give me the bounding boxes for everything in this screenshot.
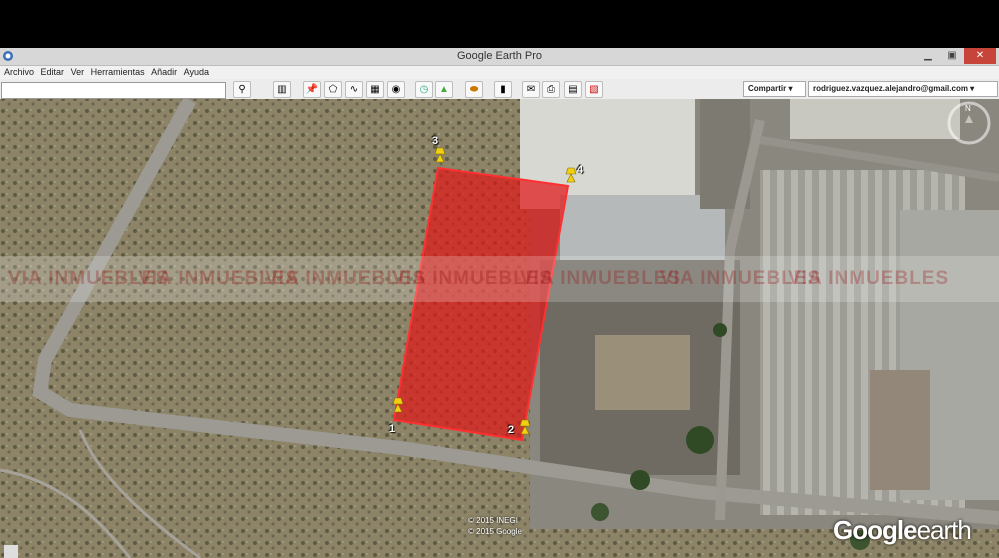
ruler-icon[interactable]: ▮ [494, 81, 512, 98]
google-earth-logo: Googleearth [833, 515, 972, 546]
share-dropdown[interactable]: Compartir ▾ [743, 81, 806, 97]
satellite-imagery[interactable] [0, 99, 999, 558]
minimize-button[interactable]: ▁ [916, 48, 940, 64]
print-icon[interactable]: ⎙ [542, 81, 560, 98]
status-indicator [4, 545, 18, 558]
watermark-text: VIA INMUEBLES [520, 268, 682, 289]
brand-google: Google [833, 515, 918, 545]
compass-icon[interactable]: N [947, 101, 991, 145]
google-earth-window: Google Earth Pro ▁ ▣ ✕ Archivo Editar Ve… [0, 0, 999, 558]
path-icon[interactable]: ∿ [345, 81, 363, 98]
overlay-icon[interactable]: ▦ [366, 81, 384, 98]
planets-icon[interactable]: ⬬ [465, 81, 483, 98]
maximize-button[interactable]: ▣ [940, 48, 964, 64]
pin-4-label: 4 [577, 164, 584, 176]
sun-icon[interactable]: ▲ [435, 81, 453, 98]
compass-north-label: N [965, 104, 971, 113]
toolbar: ⚲ ▥ 📌 ⬠ ∿ ▦ ◉ ◷ ▲ ⬬ ▮ ✉ ⎙ ▤ ▧ Compartir … [0, 79, 999, 100]
sidebar-toggle-icon[interactable]: ▥ [273, 81, 291, 98]
save-image-icon[interactable]: ▤ [564, 81, 582, 98]
window-title: Google Earth Pro [457, 50, 542, 62]
map-view[interactable]: N [0, 99, 999, 558]
account-label: rodriguez.vazquez.alejandro@gmail.com [813, 84, 968, 93]
polygon-icon[interactable]: ⬠ [324, 81, 342, 98]
close-button[interactable]: ✕ [964, 48, 996, 64]
menu-ayuda[interactable]: Ayuda [180, 66, 209, 79]
title-bar[interactable]: Google Earth Pro ▁ ▣ ✕ [0, 48, 999, 66]
pin-2-label: 2 [508, 424, 515, 436]
menu-herramientas[interactable]: Herramientas [87, 66, 145, 79]
menu-editar[interactable]: Editar [37, 66, 65, 79]
brand-earth: earth [916, 515, 972, 545]
search-input[interactable] [1, 82, 226, 99]
copyright-google: © 2015 Google [468, 527, 522, 536]
account-dropdown[interactable]: rodriguez.vazquez.alejandro@gmail.com ▾ [808, 81, 998, 97]
search-icon[interactable]: ⚲ [233, 81, 251, 98]
share-label: Compartir [748, 84, 787, 93]
email-icon[interactable]: ✉ [522, 81, 540, 98]
menu-anadir[interactable]: Añadir [147, 66, 177, 79]
placemark-icon[interactable]: 📌 [303, 81, 321, 98]
maps-icon[interactable]: ▧ [585, 81, 603, 98]
pin-1-label: 1 [389, 423, 396, 435]
menu-archivo[interactable]: Archivo [0, 66, 34, 79]
menu-bar: Archivo Editar Ver Herramientas Añadir A… [0, 66, 999, 79]
pin-3-label: 3 [432, 135, 439, 147]
copyright-inegi: © 2015 INEGI [468, 516, 518, 525]
historical-imagery-icon[interactable]: ◷ [415, 81, 433, 98]
watermark-text: VIA INMUEBLES [788, 268, 950, 289]
tour-icon[interactable]: ◉ [387, 81, 405, 98]
menu-ver[interactable]: Ver [67, 66, 85, 79]
